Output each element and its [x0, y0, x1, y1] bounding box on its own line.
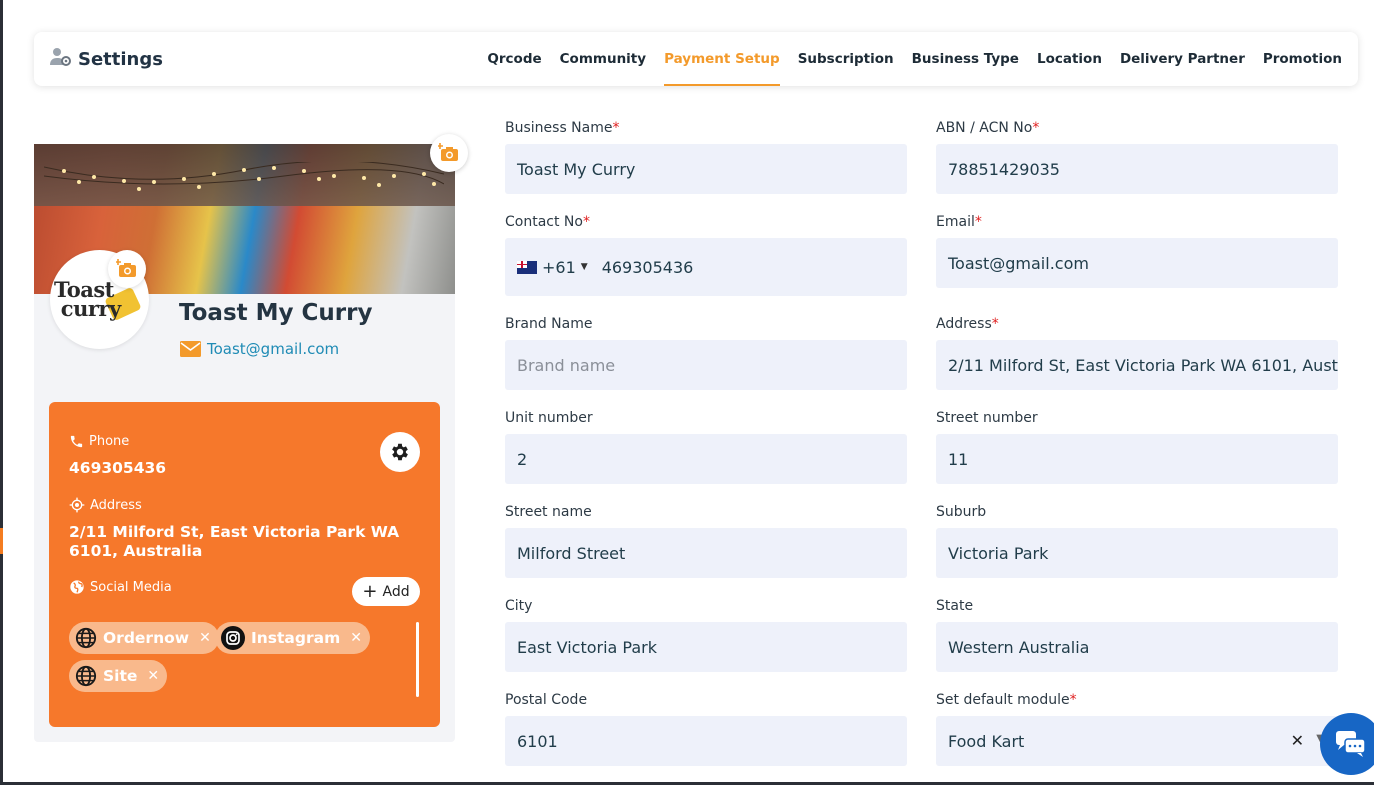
add-social-button[interactable]: + Add	[352, 577, 420, 606]
city-input[interactable]: East Victoria Park	[505, 622, 907, 672]
header-title-group: Settings	[50, 47, 163, 71]
contact-number-value: 469305436	[601, 257, 694, 277]
settings-tabs: Qrcode Community Payment Setup Subscript…	[487, 32, 1342, 86]
add-social-label: Add	[382, 583, 410, 600]
country-code-select[interactable]: +61 ▼	[517, 258, 588, 277]
state-input[interactable]: Western Australia	[936, 622, 1338, 672]
unit-number-input[interactable]: 2	[505, 434, 907, 484]
address-value: 2/11 Milford St, East Victoria Park WA 6…	[69, 523, 400, 560]
street-number-input[interactable]: 11	[936, 434, 1338, 484]
caret-down-icon: ▼	[580, 262, 588, 272]
globe-icon	[70, 580, 84, 594]
phone-icon	[70, 435, 83, 448]
string-lights	[44, 162, 444, 191]
tab-community[interactable]: Community	[560, 32, 646, 86]
phone-label: Phone	[89, 434, 130, 449]
default-module-select[interactable]: Food Kart ✕ ▼	[936, 716, 1338, 766]
address-input[interactable]: 2/11 Milford St, East Victoria Park WA 6…	[936, 340, 1338, 390]
social-chip-instagram[interactable]: Instagram ✕	[215, 622, 370, 654]
add-photo-icon	[438, 143, 458, 161]
contact-details-panel: Phone 469305436 Address 2/11 Milford St,…	[49, 402, 440, 727]
field-label: State	[936, 598, 974, 614]
add-photo-icon	[116, 259, 136, 277]
business-name-input[interactable]: Toast My Curry	[505, 144, 907, 194]
australia-flag-icon	[517, 260, 537, 274]
business-email-link[interactable]: Toast@gmail.com	[207, 340, 339, 358]
page-title: Settings	[78, 48, 163, 70]
plus-icon: +	[362, 580, 378, 602]
suburb-input[interactable]: Victoria Park	[936, 528, 1338, 578]
logo-text: Toast curry	[54, 277, 121, 321]
chat-widget-button[interactable]	[1320, 713, 1374, 775]
tab-subscription[interactable]: Subscription	[798, 32, 894, 86]
field-label: Street name	[505, 504, 592, 520]
remove-chip-icon[interactable]: ✕	[350, 630, 362, 646]
email-input[interactable]: Toast@gmail.com	[936, 238, 1338, 288]
field-label: Suburb	[936, 504, 987, 520]
instagram-icon	[221, 626, 245, 650]
address-label-row: Address	[69, 497, 142, 513]
field-label: ABN / ACN No*	[936, 120, 1040, 136]
contact-input[interactable]: +61 ▼ 469305436	[505, 238, 907, 296]
social-chip-site[interactable]: Site ✕	[69, 660, 168, 692]
brand-name-input[interactable]: Brand name	[505, 340, 907, 390]
social-chip-ordernow[interactable]: Ordernow ✕	[69, 622, 219, 654]
remove-chip-icon[interactable]: ✕	[147, 668, 159, 684]
social-media-label-row: Social Media	[69, 579, 172, 595]
globe-icon	[75, 627, 97, 649]
settings-page: Settings Qrcode Community Payment Setup …	[0, 0, 1374, 785]
field-label: Address*	[936, 316, 999, 332]
tab-promotion[interactable]: Promotion	[1263, 32, 1342, 86]
social-list-scrollbar[interactable]	[416, 622, 419, 697]
field-label: City	[505, 598, 533, 614]
profile-card: Toast curry Toast My Curry Toast@gmail.c…	[34, 134, 468, 742]
field-label: Set default module*	[936, 692, 1077, 708]
dial-code: +61	[542, 257, 576, 277]
field-label: Brand Name	[505, 316, 593, 332]
user-settings-icon	[50, 47, 72, 71]
tab-delivery-partner[interactable]: Delivery Partner	[1120, 32, 1245, 86]
street-name-input[interactable]: Milford Street	[505, 528, 907, 578]
social-chip-label: Instagram	[251, 629, 341, 647]
business-name-heading: Toast My Curry	[179, 300, 373, 326]
tab-business-type[interactable]: Business Type	[912, 32, 1019, 86]
globe-icon	[75, 665, 97, 687]
field-label: Street number	[936, 410, 1038, 426]
mail-icon	[180, 341, 201, 357]
abn-input[interactable]: 78851429035	[936, 144, 1338, 194]
tab-payment-setup[interactable]: Payment Setup	[664, 32, 780, 86]
tab-location[interactable]: Location	[1037, 32, 1102, 86]
field-label: Unit number	[505, 410, 593, 426]
remove-chip-icon[interactable]: ✕	[199, 630, 211, 646]
contact-settings-button[interactable]	[380, 432, 420, 472]
chat-icon	[1336, 731, 1366, 757]
gear-icon	[392, 443, 408, 461]
tab-qrcode[interactable]: Qrcode	[487, 32, 541, 86]
field-label: Contact No*	[505, 214, 590, 230]
phone-value: 469305436	[69, 459, 167, 477]
business-email-row: Toast@gmail.com	[180, 340, 339, 358]
field-label: Business Name*	[505, 120, 620, 136]
location-target-icon	[69, 497, 85, 513]
cover-camera-button[interactable]	[430, 134, 468, 172]
phone-label-row: Phone	[69, 434, 129, 449]
window-edge	[0, 0, 3, 785]
field-label: Email*	[936, 214, 982, 230]
social-chip-label: Ordernow	[103, 629, 190, 647]
address-label: Address	[90, 497, 142, 513]
field-label: Postal Code	[505, 692, 588, 708]
clear-icon[interactable]: ✕	[1291, 731, 1304, 750]
social-media-label: Social Media	[90, 579, 172, 595]
settings-header: Settings Qrcode Community Payment Setup …	[34, 32, 1358, 86]
social-chip-label: Site	[103, 667, 138, 685]
postal-code-input[interactable]: 6101	[505, 716, 907, 766]
logo-camera-button[interactable]	[108, 250, 146, 288]
default-module-value: Food Kart	[948, 731, 1025, 751]
window-edge-accent	[0, 528, 3, 554]
